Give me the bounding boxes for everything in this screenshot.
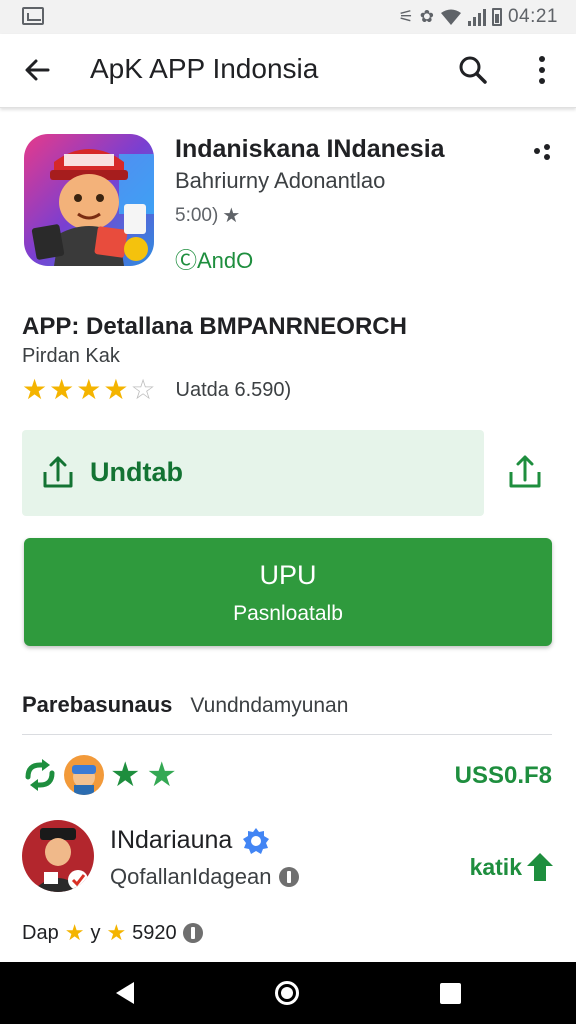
star-icon: ★: [222, 205, 241, 227]
rating-count: Uatda 6.590): [175, 378, 292, 401]
badge-row: ★ ★: [22, 752, 177, 798]
signal-icon: [467, 8, 486, 26]
battery-icon: [491, 8, 502, 26]
status-time: 04:21: [507, 6, 558, 27]
user-action-button[interactable]: katik: [470, 852, 554, 882]
price-label: USS0.F8: [454, 762, 552, 789]
app-bar: ApK APP Indonsia: [0, 34, 576, 108]
tab-other[interactable]: Vundndamyunan: [190, 694, 348, 718]
divider: [22, 734, 552, 735]
download-label: Undtab: [90, 457, 183, 487]
user-subtitle: QofallanIdagean: [110, 864, 300, 890]
nav-back-icon[interactable]: [114, 981, 136, 1005]
footer-text-b: y: [90, 921, 101, 944]
navigation-bar: [0, 962, 576, 1024]
footer-value: 5920: [132, 921, 177, 944]
install-label: UPU: [259, 560, 317, 590]
tab-active[interactable]: Parebasunaus: [22, 692, 172, 718]
install-sublabel: Pasnloatalb: [233, 602, 343, 625]
rating-value: 5:00): [175, 204, 219, 226]
refresh-icon[interactable]: [22, 757, 58, 793]
footer-row: Dap ★ y ★ 5920: [22, 920, 203, 946]
user-subtitle-text: QofallanIdagean: [110, 864, 272, 889]
tabs-row: Parebasunaus Vundndamyunan: [22, 692, 348, 718]
nav-home-icon[interactable]: [275, 981, 299, 1005]
page-title: ApK APP Indonsia: [90, 53, 319, 84]
status-bar: ⚟ ✿ 04:21: [0, 0, 576, 34]
upload-icon: [43, 456, 73, 488]
share-icon[interactable]: [508, 452, 542, 490]
verified-gear-icon: [243, 827, 270, 854]
avatar[interactable]: [64, 755, 104, 795]
star-icon: ★: [49, 374, 75, 405]
back-arrow-icon[interactable]: [20, 52, 56, 88]
star-icon: ★: [106, 920, 127, 945]
search-icon[interactable]: [455, 52, 491, 88]
user-avatar[interactable]: [22, 820, 94, 892]
more-options-icon[interactable]: [530, 52, 554, 88]
star-icon: ★: [76, 374, 102, 405]
wifi-icon: [440, 9, 461, 25]
app-name: Indaniskana INdanesia: [175, 135, 445, 163]
footer-text-a: Dap: [22, 921, 59, 944]
card-more-icon[interactable]: [530, 142, 554, 164]
info-icon[interactable]: [182, 923, 203, 943]
star-icon: ★: [103, 374, 129, 405]
info-icon[interactable]: [279, 867, 300, 887]
user-name: INdariauna: [110, 826, 270, 855]
gallery-notification-icon: [22, 7, 44, 25]
app-icon[interactable]: [24, 134, 154, 266]
details-title: APP: Detallana BMPANRNEORCH: [22, 313, 407, 340]
nfc-icon: ⚟: [398, 7, 414, 26]
user-action-label: katik: [469, 853, 522, 880]
bluetooth-icon: ✿: [419, 7, 434, 26]
install-button[interactable]: UPU Pasnloatalb: [24, 538, 552, 646]
green-star-icon: ★: [146, 756, 177, 794]
user-name-text: INdariauna: [110, 826, 233, 854]
star-empty-icon: ☆: [130, 374, 156, 405]
star-icon: ★: [22, 374, 48, 405]
app-developer[interactable]: Bahriurny Adonantlao: [175, 168, 385, 194]
rating-stars: ★ ★ ★ ★ ☆ Uatda 6.590): [22, 376, 291, 404]
nav-recents-icon[interactable]: [440, 983, 461, 1004]
status-icons: ⚟ ✿ 04:21: [398, 6, 558, 28]
app-tag: ⒸAndO: [175, 248, 254, 273]
download-button[interactable]: Undtab: [22, 430, 484, 516]
details-subtitle: Pirdan Kak: [22, 345, 120, 367]
app-rating: 5:00) ★: [175, 203, 240, 228]
green-star-icon: ★: [110, 756, 141, 794]
star-icon: ★: [64, 920, 85, 945]
up-arrow-home-icon: [527, 853, 553, 881]
